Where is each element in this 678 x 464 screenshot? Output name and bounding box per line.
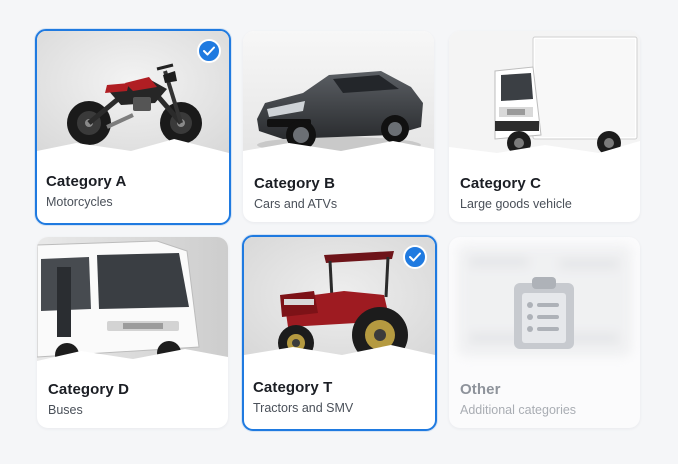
category-title: Category D	[48, 381, 130, 398]
wave-divider	[37, 139, 229, 167]
checkmark-icon	[197, 39, 221, 63]
category-title: Category B	[254, 175, 336, 192]
category-card-c[interactable]: Category C Large goods vehicle	[449, 31, 640, 222]
other-placeholder	[449, 237, 640, 367]
category-subtitle: Cars and ATVs	[254, 197, 338, 211]
category-subtitle: Buses	[48, 403, 83, 417]
clipboard-list-icon	[514, 277, 574, 349]
category-subtitle: Additional categories	[460, 403, 577, 417]
checkmark-icon	[403, 245, 427, 269]
category-card-b[interactable]: Category B Cars and ATVs	[243, 31, 434, 222]
category-subtitle: Large goods vehicle	[460, 197, 572, 211]
category-title: Category C	[460, 175, 542, 192]
wave-divider	[244, 345, 435, 373]
category-card-other: Other Additional categories	[449, 237, 640, 428]
category-title: Category A	[46, 173, 127, 190]
category-subtitle: Tractors and SMV	[253, 401, 354, 415]
category-card-t[interactable]: Category T Tractors and SMV	[242, 235, 437, 431]
category-card-d[interactable]: Category D Buses	[37, 237, 228, 428]
category-title: Category T	[253, 379, 333, 396]
category-card-a[interactable]: Category A Motorcycles	[35, 29, 231, 225]
wave-divider	[243, 141, 434, 169]
category-subtitle: Motorcycles	[46, 195, 113, 209]
wave-divider	[449, 141, 640, 169]
wave-divider	[37, 349, 228, 375]
category-title: Other	[460, 381, 501, 398]
